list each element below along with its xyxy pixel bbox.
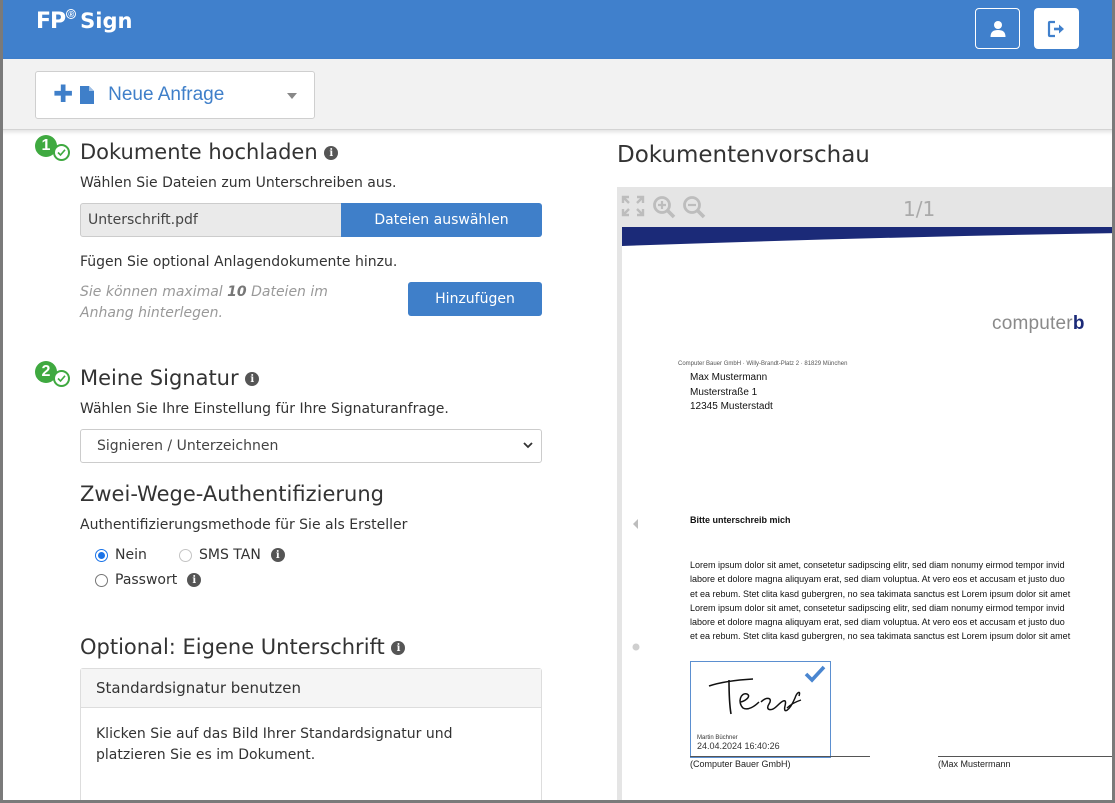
radio-option-none[interactable]: Nein bbox=[95, 547, 147, 563]
user-button[interactable] bbox=[975, 8, 1020, 49]
radio-button[interactable] bbox=[179, 548, 192, 562]
page-indicator: 1/1 bbox=[903, 197, 936, 221]
signature-mode-select[interactable]: Signieren / Unterzeichnen bbox=[80, 429, 542, 463]
auth-subtitle: Authentifizierungsmethode für Sie als Er… bbox=[80, 517, 408, 533]
auth-title: Zwei-Wege-Authentifizierung bbox=[80, 482, 384, 506]
new-request-label: Neue Anfrage bbox=[108, 84, 225, 105]
step-2-title: Meine Signatur i bbox=[80, 366, 260, 390]
app-logo: FP ® Sign bbox=[36, 9, 132, 34]
body-line: et ea rebum. Stet clita kasd gubergren, … bbox=[690, 588, 1071, 599]
radio-button[interactable] bbox=[95, 573, 108, 587]
zoom-out-icon[interactable] bbox=[682, 195, 706, 219]
step-1-subtitle: Wählen Sie Dateien zum Unterschreiben au… bbox=[80, 175, 397, 191]
radio-label: SMS TAN bbox=[199, 547, 261, 563]
logo-fp: FP bbox=[36, 9, 66, 34]
chevron-down-icon bbox=[523, 442, 533, 449]
own-signature-title-text: Optional: Eigene Unterschrift bbox=[80, 635, 385, 659]
body-line: Lorem ipsum dolor sit amet, consetetur s… bbox=[690, 602, 1065, 613]
info-icon[interactable]: i bbox=[245, 372, 260, 386]
fullscreen-icon[interactable] bbox=[621, 195, 645, 217]
logo-registered: ® bbox=[66, 9, 77, 19]
signature-line-right bbox=[938, 756, 1115, 757]
user-icon bbox=[990, 20, 1005, 37]
document-icon bbox=[80, 86, 95, 104]
file-name-field: Unterschrift.pdf bbox=[80, 203, 342, 237]
action-bar: ✚ Neue Anfrage bbox=[0, 59, 1115, 130]
logout-button[interactable] bbox=[1034, 8, 1079, 49]
info-icon[interactable]: i bbox=[270, 548, 285, 562]
recipient-city: 12345 Musterstadt bbox=[690, 401, 773, 412]
new-request-dropdown[interactable]: ✚ Neue Anfrage bbox=[35, 71, 315, 119]
check-icon bbox=[53, 144, 70, 161]
radio-option-sms-tan[interactable]: SMS TAN i bbox=[179, 547, 285, 563]
signature-date: 24.04.2024 16:40:26 bbox=[697, 741, 780, 751]
company-logo: computerb bbox=[992, 313, 1085, 335]
hint-prefix: Sie können maximal bbox=[80, 284, 228, 300]
chevron-down-icon bbox=[287, 93, 297, 99]
logout-icon bbox=[1047, 20, 1064, 37]
scroll-dot-icon bbox=[632, 643, 640, 651]
caption-right: (Max Mustermann bbox=[938, 759, 1011, 769]
choose-files-button[interactable]: Dateien auswählen bbox=[341, 203, 542, 237]
recipient-address: Max Mustermann Musterstraße 1 12345 Must… bbox=[690, 371, 773, 415]
check-icon bbox=[804, 665, 826, 683]
page-prev-arrow-icon[interactable] bbox=[633, 519, 639, 529]
document-page: computerb Computer Bauer GmbH · Willy-Br… bbox=[622, 227, 1115, 803]
info-icon[interactable]: i bbox=[187, 573, 202, 587]
radio-label: Passwort bbox=[115, 572, 178, 588]
hint-count: 10 bbox=[227, 284, 247, 300]
attachments-hint: Sie können maximal 10 Dateien im Anhang … bbox=[80, 282, 380, 324]
signature-line-left bbox=[690, 756, 870, 757]
default-signature-panel: Standardsignatur benutzen Klicken Sie au… bbox=[80, 668, 542, 803]
top-bar: FP ® Sign bbox=[0, 0, 1115, 59]
attachments-text: Fügen Sie optional Anlagendokumente hinz… bbox=[80, 254, 398, 270]
recipient-name: Max Mustermann bbox=[690, 372, 768, 383]
radio-button[interactable] bbox=[95, 548, 108, 562]
default-signature-instructions: Klicken Sie auf das Bild Ihrer Standards… bbox=[96, 726, 453, 763]
body-line: Lorem ipsum dolor sit amet, consetetur s… bbox=[690, 560, 1065, 570]
viewer-toolbar: 1/1 bbox=[617, 187, 1115, 225]
zoom-in-icon[interactable] bbox=[652, 195, 676, 219]
logo-sign: Sign bbox=[80, 9, 133, 33]
add-attachment-button[interactable]: Hinzufügen bbox=[408, 282, 542, 316]
document-body: Lorem ipsum dolor sit amet, consetetur s… bbox=[690, 558, 1115, 644]
caption-left: (Computer Bauer GmbH) bbox=[690, 759, 791, 769]
recipient-street: Musterstraße 1 bbox=[690, 386, 758, 398]
body-line: labore et dolore magna aliquyam erat, se… bbox=[690, 617, 1065, 628]
step-1-title: Dokumente hochladen i bbox=[80, 140, 339, 164]
document-viewer: 1/1 computerb Computer Bauer GmbH · Will… bbox=[617, 187, 1115, 803]
step-2-subtitle: Wählen Sie Ihre Einstellung für Ihre Sig… bbox=[80, 401, 449, 417]
step-2-title-text: Meine Signatur bbox=[80, 366, 239, 390]
signature-meta: Martin Büchner 24.04.2024 16:40:26 bbox=[697, 734, 780, 751]
signature-mode-value: Signieren / Unterzeichnen bbox=[97, 438, 279, 454]
body-line: labore et dolore magna aliquyam erat, se… bbox=[690, 574, 1065, 585]
radio-label: Nein bbox=[115, 547, 147, 563]
placed-signature[interactable]: Martin Büchner 24.04.2024 16:40:26 bbox=[690, 661, 831, 758]
own-signature-title: Optional: Eigene Unterschrift i bbox=[80, 635, 406, 659]
body-line: et ea rebum. Stet clita kasd gubergren, … bbox=[690, 631, 1071, 642]
info-icon[interactable]: i bbox=[391, 641, 406, 655]
radio-option-password[interactable]: Passwort i bbox=[95, 572, 202, 588]
document-heading: Bitte unterschreib mich bbox=[690, 515, 791, 525]
sender-line: Computer Bauer GmbH · Willy-Brandt-Platz… bbox=[678, 361, 848, 367]
document-header-band bbox=[622, 227, 1115, 246]
plus-icon: ✚ bbox=[53, 81, 74, 108]
company-logo-tail: b bbox=[1072, 313, 1085, 334]
step-1-title-text: Dokumente hochladen bbox=[80, 140, 318, 164]
preview-title: Dokumentenvorschau bbox=[617, 142, 870, 168]
company-logo-main: computer bbox=[992, 313, 1073, 334]
info-icon[interactable]: i bbox=[324, 146, 339, 160]
default-signature-header[interactable]: Standardsignatur benutzen bbox=[81, 669, 541, 708]
check-icon bbox=[53, 370, 70, 387]
